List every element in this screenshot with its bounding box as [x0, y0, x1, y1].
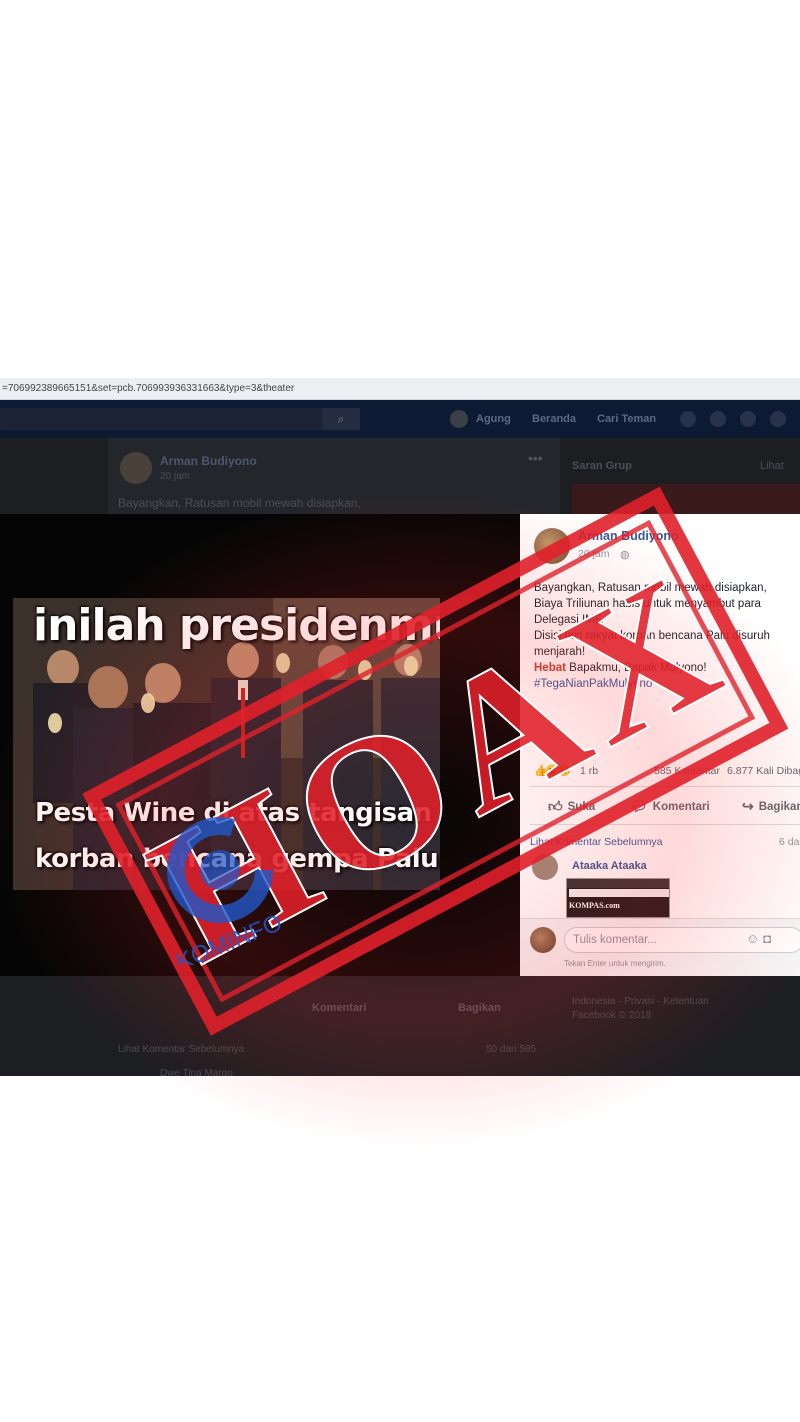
footer-copyright: Facebook © 2018 [572, 1010, 652, 1021]
viewer-avatar [530, 927, 556, 953]
nav-home-link[interactable]: Beranda [532, 413, 576, 425]
nav-find-friends-link[interactable]: Cari Teman [597, 413, 656, 425]
post-text-line: Hebat Bapakmu, Bapak Mulyono! [534, 660, 796, 676]
commenter-name[interactable]: Ataaka Ataaka [572, 860, 647, 872]
comment-label: Komentari [652, 801, 710, 813]
author-avatar[interactable] [534, 528, 570, 564]
background-prev-comments[interactable]: Lihat Komentar Sebelumnya [118, 1044, 244, 1055]
footer-links: Indonesia · Privasi · Ketentuan [572, 996, 709, 1007]
post-text-line: menjarah! [534, 646, 586, 658]
kominfo-watermark: KOMINFO [167, 817, 286, 965]
address-bar[interactable]: =706992389665151&set=pcb.706993936331663… [0, 378, 800, 400]
comment-image[interactable]: KOMPAS.com [566, 878, 670, 918]
composer-icons[interactable]: ☺◘ [746, 931, 775, 946]
more-options-icon[interactable]: ••• [528, 450, 543, 466]
share-count[interactable]: 6.877 Kali Dibagikan [727, 765, 800, 777]
search-input[interactable]: ⌕ [0, 408, 360, 430]
sidebar-heading: Saran Grup [572, 460, 632, 472]
background-share-button[interactable]: Bagikan [458, 1002, 501, 1014]
share-icon: ↪ [742, 798, 754, 814]
divider [530, 824, 800, 825]
previous-comments-count: 6 dari 585 [779, 836, 800, 848]
background-post-text: Bayangkan, Ratusan mobil mewah disiapkan… [118, 496, 361, 510]
previous-comments-link[interactable]: Lihat Komentar Sebelumnya [530, 836, 663, 848]
like-button[interactable]: 👍︎ Suka [548, 798, 595, 815]
like-label: Suka [567, 801, 596, 813]
comment-button[interactable]: 💬︎ Komentari [630, 798, 710, 815]
notifications-icon[interactable] [740, 411, 756, 427]
messages-icon[interactable] [710, 411, 726, 427]
background-avatar [120, 452, 152, 484]
kominfo-logo-core [200, 850, 240, 890]
background-comment-button[interactable]: Komentari [312, 1002, 366, 1014]
background-commenter: Dwe Tina Margo [160, 1068, 233, 1076]
screenshot-area: ⌕ Agung Beranda Cari Teman Arman Budiyon… [0, 400, 800, 1076]
reactions-row: 👍😮😢 1 rb 585 Komentar 6.877 Kali Dibagik… [534, 762, 800, 780]
thumb-status-bar [567, 879, 669, 888]
post-text-line: Delegasi IMF. [534, 614, 604, 626]
thumbs-up-icon: 👍︎ [548, 798, 563, 814]
comment-icon: 💬︎ [630, 798, 648, 814]
post-text: Bayangkan, Ratusan mobil mewah disiapkan… [534, 580, 796, 692]
commenter-avatar[interactable] [532, 854, 558, 880]
sidebar-image [572, 484, 800, 514]
meme-title: inilah presidenmu ! [33, 600, 440, 651]
friend-requests-icon[interactable] [680, 411, 696, 427]
page: =706992389665151&set=pcb.706993936331663… [0, 0, 800, 1422]
reaction-icons[interactable]: 👍😮😢 [534, 764, 571, 777]
comment-count[interactable]: 585 Komentar [654, 765, 720, 777]
background-time: 20 jam [160, 471, 191, 482]
hebat-rest: Bapakmu, Bapak Mulyono! [565, 662, 707, 674]
post-text-line: Disisi lain rakyat korban bencana Palu d… [534, 630, 770, 642]
reaction-count[interactable]: 1 rb [580, 765, 598, 777]
emoji-icon[interactable]: ☺ [746, 931, 763, 946]
thumb-url-bar [569, 889, 669, 897]
sidebar-link[interactable]: Lihat [760, 460, 784, 472]
hebat-word: Hebat [534, 662, 566, 674]
post-time[interactable]: 20 jam [578, 548, 610, 560]
nav-user-link[interactable]: Agung [476, 413, 511, 425]
post-panel: Arman Budiyono 20 jam ◍ Bayangkan, Ratus… [520, 514, 800, 976]
help-icon[interactable] [770, 411, 786, 427]
hashtag-link[interactable]: #TegaNianPakMulyono [534, 676, 796, 692]
nav-avatar[interactable] [450, 410, 468, 428]
globe-icon: ◍ [620, 549, 630, 561]
facebook-navbar: ⌕ Agung Beranda Cari Teman [0, 400, 800, 438]
background-comment-count: 50 dari 585 [486, 1044, 537, 1055]
share-button[interactable]: ↪ Bagikan [742, 798, 800, 815]
share-label: Bagikan [758, 801, 800, 813]
comment-composer: Tulis komentar... ☺◘ Tekan Enter untuk m… [520, 918, 800, 976]
divider [530, 786, 800, 787]
kompas-logo: KOMPAS.com [569, 901, 620, 910]
post-text-line: Bayangkan, Ratusan mobil mewah disiapkan… [534, 582, 767, 594]
search-icon[interactable]: ⌕ [322, 408, 360, 430]
background-author: Arman Budiyono [160, 454, 257, 468]
author-name[interactable]: Arman Budiyono [578, 529, 679, 543]
composer-hint: Tekan Enter untuk mengirim. [564, 959, 666, 968]
camera-icon[interactable]: ◘ [763, 931, 775, 946]
post-text-line: Biaya Triliunan habis untuk menyambut pa… [534, 598, 761, 610]
